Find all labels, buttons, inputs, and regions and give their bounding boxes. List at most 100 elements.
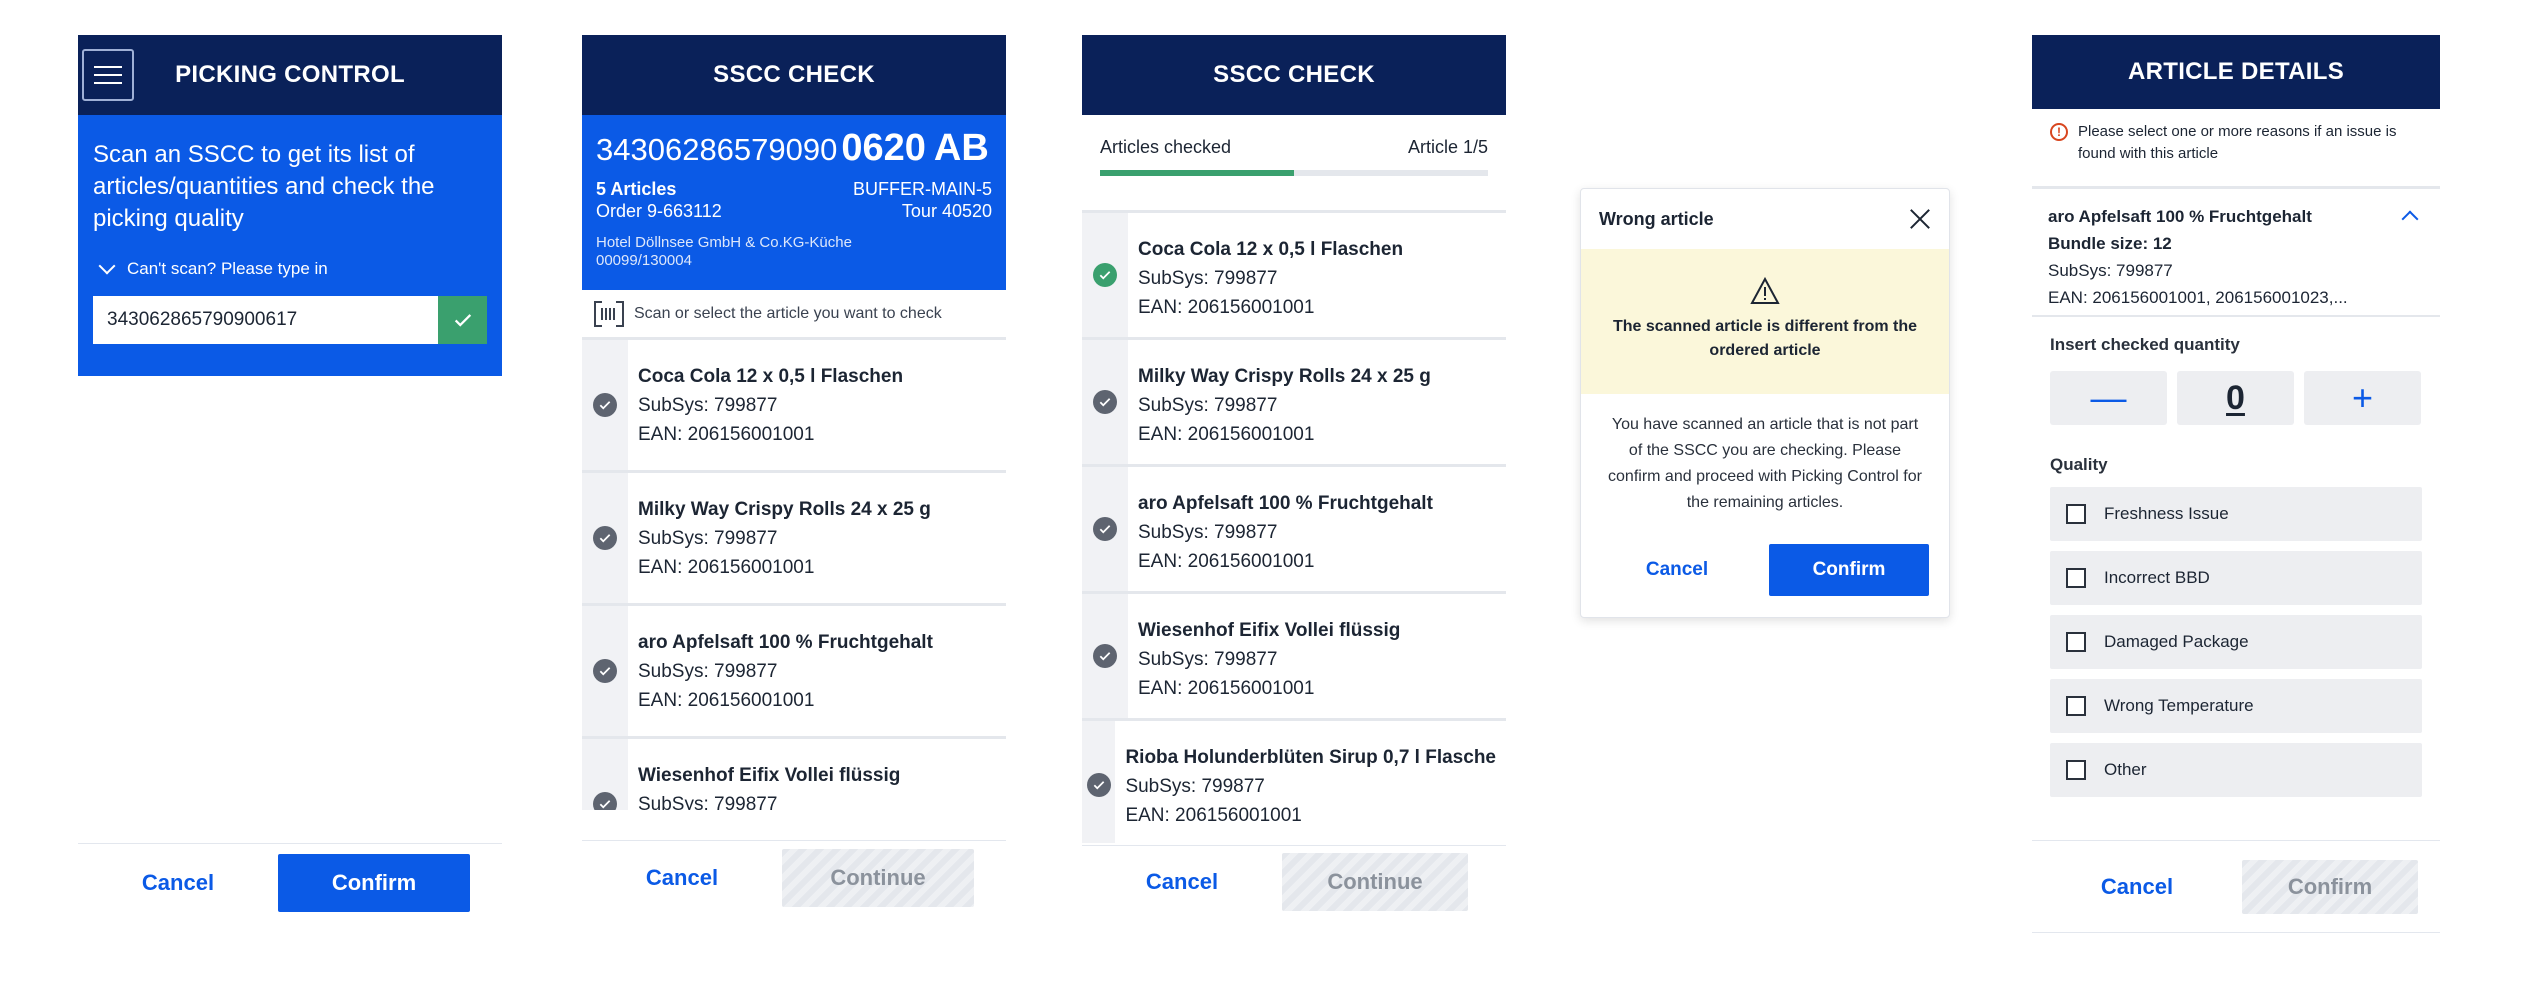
intro-text: Scan an SSCC to get its list of articles…: [93, 141, 435, 232]
close-icon[interactable]: [1909, 208, 1931, 230]
checkbox[interactable]: [2066, 504, 2086, 524]
list-item[interactable]: Rioba Holunderblüten Sirup 0,7 l Flasche…: [1082, 721, 1506, 843]
footer: Cancel Continue: [582, 840, 1006, 915]
info-icon: !: [2050, 123, 2068, 141]
item-subsys: SubSys: 799877: [638, 661, 778, 682]
quality-option-temperature[interactable]: Wrong Temperature: [2050, 679, 2422, 733]
cancel-button[interactable]: Cancel: [78, 870, 278, 896]
item-subsys: SubSys: 799877: [638, 528, 778, 549]
footer: Cancel Confirm: [78, 843, 502, 921]
item-title: Milky Way Crispy Rolls 24 x 25 g: [1138, 366, 1431, 387]
list-item[interactable]: Wiesenhof Eifix Vollei flüssig SubSys: 7…: [1082, 594, 1506, 721]
item-ean: EAN: 206156001001: [1138, 551, 1315, 572]
list-item[interactable]: Milky Way Crispy Rolls 24 x 25 g SubSys:…: [1082, 340, 1506, 467]
item-ean: EAN: 206156001001: [1138, 297, 1315, 318]
item-subsys: SubSys: 799877: [1125, 776, 1265, 797]
list-item[interactable]: Wiesenhof Eifix Vollei flüssig SubSys: 7…: [582, 739, 1006, 810]
quality-option-bbd[interactable]: Incorrect BBD: [2050, 551, 2422, 605]
picking-control-screen: PICKING CONTROL Scan an SSCC to get its …: [78, 35, 502, 935]
article-subsys: SubSys: 799877: [2048, 261, 2173, 280]
quality-option-damaged[interactable]: Damaged Package: [2050, 615, 2422, 669]
article-title: aro Apfelsaft 100 % Fruchtgehalt: [2048, 207, 2312, 226]
continue-button[interactable]: Continue: [782, 849, 974, 907]
continue-button[interactable]: Continue: [1282, 852, 1468, 911]
manual-entry-toggle[interactable]: Can't scan? Please type in: [93, 257, 487, 279]
quality-label: Quality: [2050, 455, 2108, 474]
header: ARTICLE DETAILS: [2032, 35, 2440, 109]
quantity-section: Insert checked quantity — 0 +: [2032, 317, 2440, 425]
quality-option-other[interactable]: Other: [2050, 743, 2422, 797]
buffer-label: BUFFER-MAIN-5: [853, 179, 992, 199]
plus-icon: +: [2351, 377, 2374, 418]
quantity-value[interactable]: 0: [2177, 371, 2294, 425]
dialog-body: You have scanned an article that is not …: [1608, 416, 1922, 511]
quantity-label: Insert checked quantity: [2050, 335, 2240, 354]
quantity-stepper: — 0 +: [2050, 371, 2422, 425]
bundle-size: Bundle size: 12: [2048, 234, 2172, 253]
progress-label: Articles checked: [1100, 137, 1232, 157]
dialog-cancel-button[interactable]: Cancel: [1597, 559, 1757, 581]
item-ean: EAN: 206156001001: [638, 424, 815, 445]
quality-option-freshness[interactable]: Freshness Issue: [2050, 487, 2422, 541]
manual-entry-label: Can't scan? Please type in: [127, 259, 328, 278]
confirm-button[interactable]: Confirm: [2242, 859, 2418, 914]
check-circle-icon: [593, 526, 617, 550]
header: SSCC CHECK: [582, 35, 1006, 115]
checkbox[interactable]: [2066, 696, 2086, 716]
item-title: aro Apfelsaft 100 % Fruchtgehalt: [1138, 493, 1433, 514]
dialog-title: Wrong article: [1599, 208, 1714, 229]
list-item[interactable]: Milky Way Crispy Rolls 24 x 25 g SubSys:…: [582, 473, 1006, 606]
list-item[interactable]: aro Apfelsaft 100 % Fruchtgehalt SubSys:…: [582, 606, 1006, 739]
sscc-check-progress-screen: SSCC CHECK Articles checked Article 1/5 …: [1082, 35, 1506, 915]
list-item[interactable]: aro Apfelsaft 100 % Fruchtgehalt SubSys:…: [1082, 467, 1506, 594]
cancel-button[interactable]: Cancel: [582, 865, 782, 891]
scan-hint: Scan or select the article you want to c…: [582, 290, 1006, 340]
article-ean: EAN: 206156001001, 206156001023,...: [2048, 288, 2348, 307]
item-subsys: SubSys: 799877: [1138, 395, 1278, 416]
barcode-icon: [594, 300, 624, 327]
tour-number: Tour 40520: [901, 201, 992, 221]
item-ean: EAN: 206156001001: [1138, 678, 1315, 699]
check-circle-icon: [1093, 263, 1117, 287]
article-details-screen: ARTICLE DETAILS ! Please select one or m…: [2032, 35, 2440, 935]
page-title: ARTICLE DETAILS: [2127, 58, 2345, 85]
menu-icon: [94, 66, 122, 68]
list-item[interactable]: Coca Cola 12 x 0,5 l Flaschen SubSys: 79…: [582, 340, 1006, 473]
quality-options: Freshness Issue Incorrect BBD Damaged Pa…: [2050, 487, 2422, 797]
increment-button[interactable]: +: [2304, 371, 2421, 425]
item-ean: EAN: 206156001001: [638, 690, 815, 711]
sscc-number: 34306286579090 0620 AB: [596, 127, 989, 169]
submit-sscc-button[interactable]: [438, 296, 487, 344]
sscc-input[interactable]: [93, 296, 438, 344]
check-circle-icon: [593, 659, 617, 683]
header: SSCC CHECK: [1082, 35, 1506, 115]
confirm-button[interactable]: Confirm: [278, 853, 470, 912]
item-subsys: SubSys: 799877: [638, 395, 778, 416]
checkbox[interactable]: [2066, 632, 2086, 652]
item-ean: EAN: 206156001001: [1138, 424, 1315, 445]
quality-section: Quality Freshness Issue Incorrect BBD Da…: [2032, 425, 2440, 797]
warning-icon: [1750, 277, 1780, 304]
menu-button[interactable]: [82, 49, 134, 101]
cancel-button[interactable]: Cancel: [1082, 869, 1282, 895]
article-summary[interactable]: aro Apfelsaft 100 % Fruchtgehalt Bundle …: [2032, 189, 2440, 317]
checkbox[interactable]: [2066, 760, 2086, 780]
item-title: Wiesenhof Eifix Vollei flüssig: [638, 765, 901, 786]
check-circle-icon: [1093, 517, 1117, 541]
checkbox[interactable]: [2066, 568, 2086, 588]
cancel-button[interactable]: Cancel: [2032, 874, 2242, 900]
item-title: Coca Cola 12 x 0,5 l Flaschen: [638, 366, 904, 387]
article-list: Coca Cola 12 x 0,5 l Flaschen SubSys: 79…: [582, 340, 1006, 810]
list-item[interactable]: Coca Cola 12 x 0,5 l Flaschen SubSys: 79…: [1082, 213, 1506, 340]
check-circle-icon: [1093, 390, 1117, 414]
item-title: aro Apfelsaft 100 % Fruchtgehalt: [638, 632, 933, 653]
decrement-button[interactable]: —: [2050, 371, 2167, 425]
progress-bar: [1100, 170, 1488, 176]
page-title: PICKING CONTROL: [175, 61, 405, 88]
minus-icon: —: [2090, 377, 2127, 418]
check-icon: [454, 314, 471, 327]
check-circle-icon: [1086, 772, 1111, 797]
item-title: Milky Way Crispy Rolls 24 x 25 g: [638, 499, 931, 520]
page-title: SSCC CHECK: [713, 61, 875, 88]
dialog-confirm-button[interactable]: Confirm: [1769, 544, 1929, 596]
